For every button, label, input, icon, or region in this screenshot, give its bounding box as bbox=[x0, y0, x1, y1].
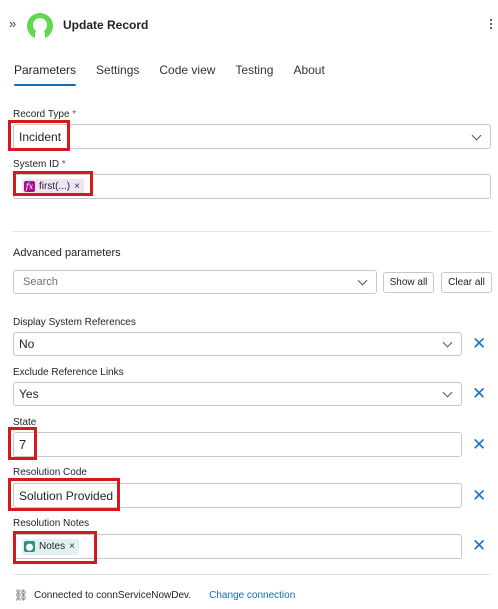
connection-status-text: Connected to connServiceNowDev. bbox=[33, 590, 192, 601]
highlight-box bbox=[13, 531, 97, 564]
tab-testing[interactable]: Testing bbox=[235, 63, 273, 86]
chevron-down-icon bbox=[357, 275, 368, 286]
remove-parameter-icon[interactable]: ✕ bbox=[472, 335, 486, 352]
chevron-down-icon bbox=[471, 130, 482, 141]
system-id-label: System ID * bbox=[13, 159, 66, 170]
display-system-references-value: No bbox=[19, 337, 35, 351]
highlight-box bbox=[13, 171, 93, 196]
required-mark: * bbox=[61, 159, 66, 170]
highlight-box bbox=[8, 478, 120, 511]
connection-footer: ⛓ Connected to connServiceNowDev. Change… bbox=[14, 589, 295, 602]
search-placeholder: Search bbox=[23, 276, 58, 288]
remove-parameter-icon[interactable]: ✕ bbox=[472, 385, 486, 402]
section-divider bbox=[13, 574, 491, 575]
exclude-reference-links-label: Exclude Reference Links bbox=[13, 367, 124, 378]
remove-parameter-icon[interactable]: ✕ bbox=[472, 537, 486, 554]
tab-parameters[interactable]: Parameters bbox=[14, 63, 77, 86]
clear-all-button[interactable]: Clear all bbox=[441, 272, 492, 293]
chevron-down-icon bbox=[442, 337, 453, 348]
highlight-box bbox=[8, 427, 37, 460]
section-divider bbox=[13, 231, 491, 232]
expand-panel-icon[interactable]: » bbox=[9, 16, 16, 31]
highlight-box bbox=[8, 120, 70, 151]
servicenow-logo-icon bbox=[27, 13, 53, 39]
exclude-reference-links-value: Yes bbox=[19, 387, 39, 401]
record-type-label: Record Type * bbox=[13, 109, 76, 120]
system-id-label-text: System ID bbox=[13, 159, 60, 170]
required-mark: * bbox=[72, 109, 77, 120]
tab-about[interactable]: About bbox=[293, 63, 324, 86]
record-type-label-text: Record Type bbox=[13, 109, 70, 120]
show-all-button[interactable]: Show all bbox=[383, 272, 434, 293]
more-options-icon[interactable] bbox=[487, 17, 495, 33]
connection-link-icon: ⛓ bbox=[14, 590, 28, 602]
display-system-references-label: Display System References bbox=[13, 317, 136, 328]
resolution-code-label: Resolution Code bbox=[13, 467, 87, 478]
advanced-parameters-search[interactable]: Search bbox=[13, 270, 377, 294]
display-system-references-dropdown[interactable]: No bbox=[13, 332, 462, 356]
change-connection-link[interactable]: Change connection bbox=[209, 590, 295, 601]
record-type-dropdown[interactable]: Incident bbox=[13, 124, 491, 149]
chevron-down-icon bbox=[442, 387, 453, 398]
remove-parameter-icon[interactable]: ✕ bbox=[472, 487, 486, 504]
state-input[interactable]: 7 bbox=[13, 432, 462, 457]
advanced-parameters-heading: Advanced parameters bbox=[13, 247, 121, 259]
resolution-notes-label: Resolution Notes bbox=[13, 518, 90, 529]
tab-code-view[interactable]: Code view bbox=[159, 63, 215, 86]
exclude-reference-links-dropdown[interactable]: Yes bbox=[13, 382, 462, 406]
remove-parameter-icon[interactable]: ✕ bbox=[472, 436, 486, 453]
tab-bar: Parameters Settings Code view Testing Ab… bbox=[14, 63, 325, 86]
tab-settings[interactable]: Settings bbox=[96, 63, 139, 86]
panel-title: Update Record bbox=[63, 18, 149, 32]
